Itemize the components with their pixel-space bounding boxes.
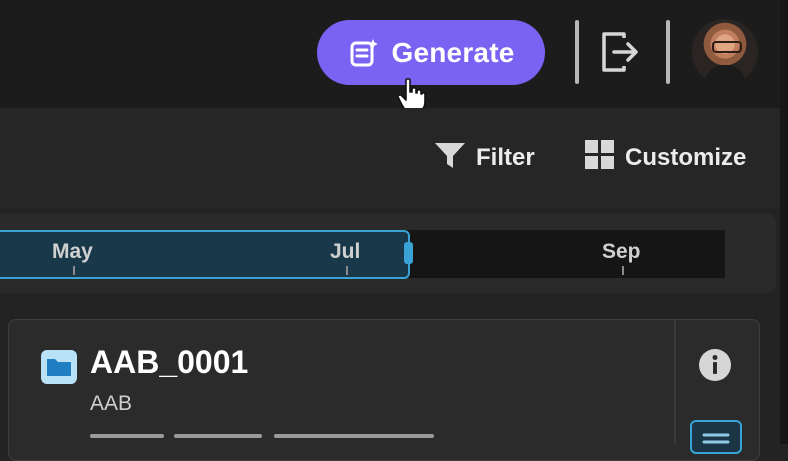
customize-button[interactable]: Customize bbox=[585, 139, 747, 177]
user-avatar[interactable] bbox=[692, 19, 758, 85]
folder-icon bbox=[40, 349, 78, 390]
filter-icon bbox=[434, 140, 466, 177]
header-divider bbox=[575, 20, 579, 84]
filter-label: Filter bbox=[476, 144, 535, 171]
card-action-button[interactable] bbox=[690, 420, 742, 454]
customize-label: Customize bbox=[625, 144, 747, 171]
avatar-glasses bbox=[712, 41, 742, 53]
card-subtitle: AAB bbox=[90, 392, 133, 415]
timeline-tick-label: Jul bbox=[330, 240, 361, 263]
header-divider bbox=[666, 20, 670, 84]
card-title: AAB_0001 bbox=[90, 344, 249, 380]
timeline-tick-mark bbox=[622, 266, 624, 275]
generate-button[interactable]: Generate bbox=[317, 20, 545, 85]
timeline-tick-mark bbox=[346, 266, 348, 275]
info-icon[interactable] bbox=[698, 348, 732, 387]
export-icon[interactable] bbox=[598, 30, 644, 79]
card-divider bbox=[674, 320, 676, 444]
timeline-tick-mark bbox=[73, 266, 75, 275]
card-cutoff-text bbox=[90, 434, 440, 444]
avatar-shirt bbox=[704, 65, 746, 85]
filter-button[interactable]: Filter bbox=[434, 140, 535, 176]
generate-doc-icon bbox=[348, 37, 380, 69]
generate-label: Generate bbox=[391, 36, 515, 68]
timeline-range-handle[interactable] bbox=[404, 242, 413, 264]
timeline-tick-label: May bbox=[52, 240, 93, 263]
window-edge bbox=[780, 0, 788, 444]
timeline-tick-label: Sep bbox=[602, 240, 641, 263]
customize-grid-icon bbox=[585, 139, 615, 177]
